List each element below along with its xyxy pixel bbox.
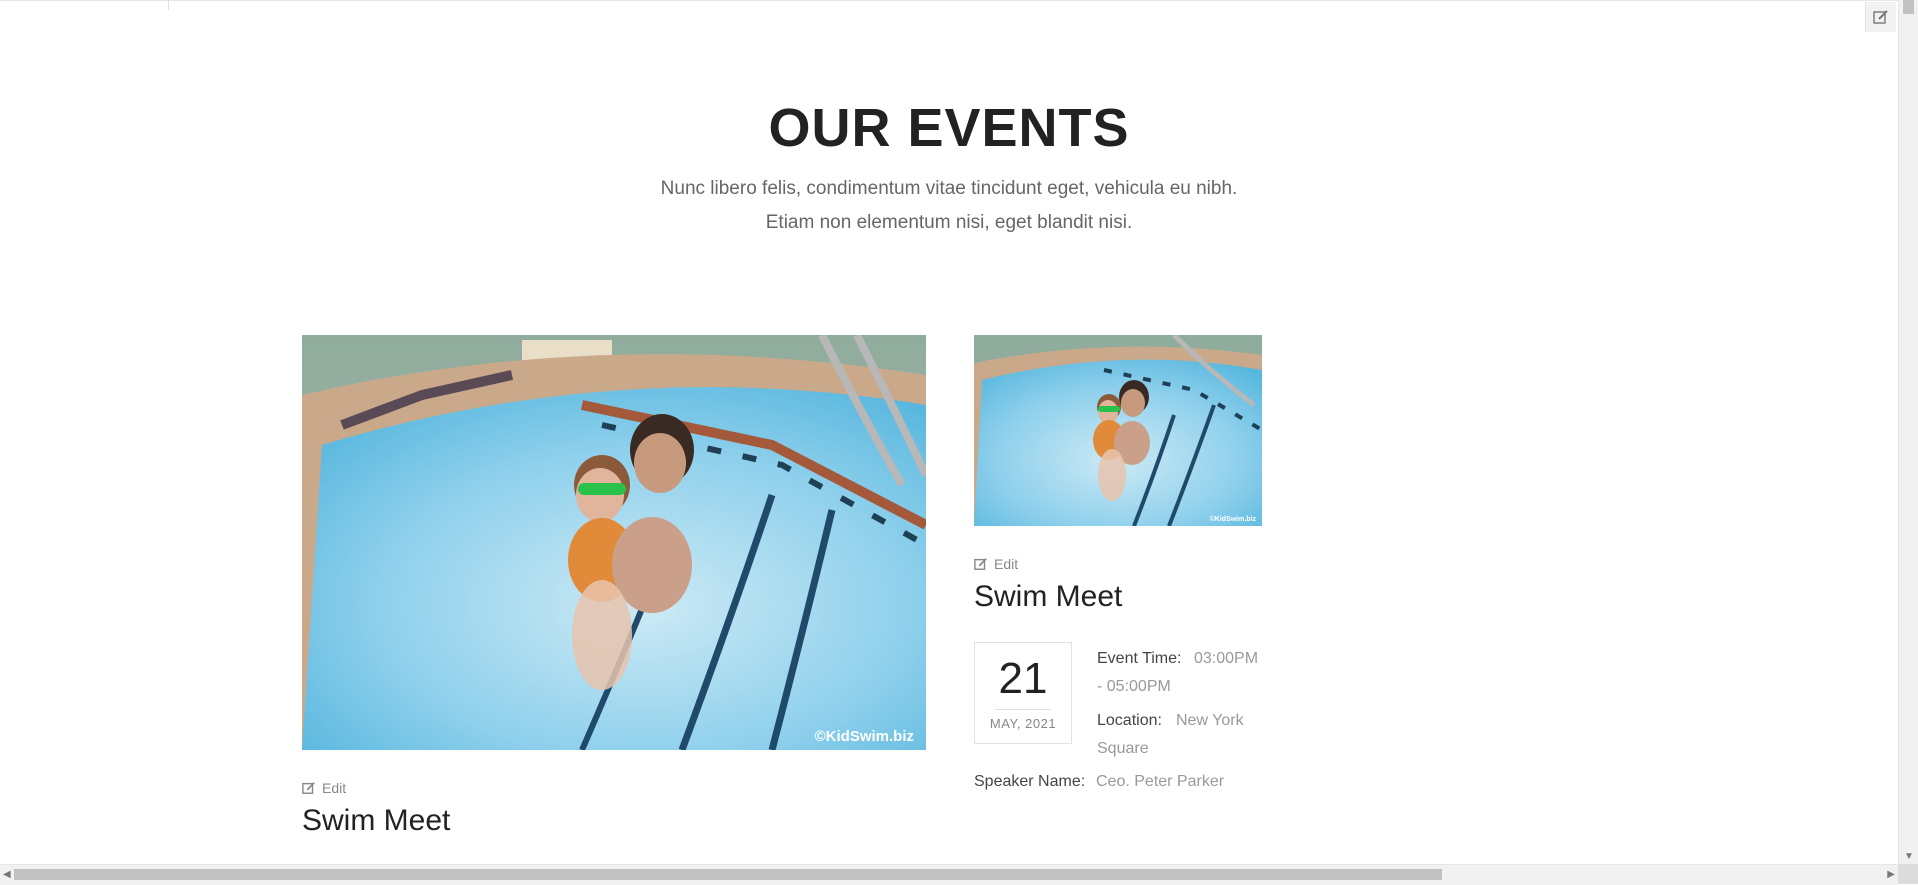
event-date-box: 21 MAY, 2021	[974, 642, 1072, 744]
location-label: Location:	[1097, 712, 1162, 729]
location-value: New York	[1176, 712, 1244, 729]
scroll-left-arrow-icon[interactable]: ◀	[3, 869, 11, 880]
event-image-1[interactable]: ©KidSwim.biz	[302, 335, 926, 750]
pool-photo: ©KidSwim.biz	[302, 335, 926, 750]
vertical-scroll-thumb[interactable]	[1903, 0, 1914, 14]
speaker-label: Speaker Name:	[974, 773, 1086, 790]
location-value-cont: Square	[1097, 740, 1149, 757]
image-watermark: ©KidSwim.biz	[815, 728, 914, 745]
horizontal-scrollbar[interactable]: ◀ ▶	[0, 864, 1898, 885]
event-time-label: Event Time:	[1097, 650, 1182, 667]
vertical-scrollbar[interactable]: ▼	[1898, 0, 1918, 864]
edit-label: Edit	[994, 556, 1019, 572]
edit-icon	[302, 782, 315, 794]
section-subtitle: Nunc libero felis, condimentum vitae tin…	[0, 172, 1898, 240]
top-border	[0, 0, 1898, 1]
section-title: OUR EVENTS	[768, 98, 1130, 158]
scroll-down-arrow-icon[interactable]: ▼	[1904, 851, 1914, 862]
subtitle-line-1: Nunc libero felis, condimentum vitae tin…	[660, 178, 1238, 199]
edit-icon	[974, 558, 987, 570]
edit-label: Edit	[322, 780, 347, 796]
event-time-value: 03:00PM	[1194, 650, 1259, 667]
scroll-right-arrow-icon[interactable]: ▶	[1887, 869, 1895, 880]
speaker-value: Ceo. Peter Parker	[1096, 773, 1225, 790]
event-image-2[interactable]: ©KidSwim.biz	[974, 335, 1262, 526]
event-2-edit-link[interactable]: Edit	[974, 556, 1018, 572]
event-1-title[interactable]: Swim Meet	[302, 804, 450, 838]
event-time-value-end: - 05:00PM	[1097, 678, 1171, 695]
event-1-edit-link[interactable]: Edit	[302, 780, 346, 796]
image-watermark: ©KidSwim.biz	[1210, 515, 1257, 523]
scrollbar-corner	[1898, 864, 1918, 884]
date-month: MAY, 2021	[989, 716, 1057, 731]
date-separator	[995, 709, 1051, 710]
page-edit-button[interactable]	[1865, 2, 1896, 32]
horizontal-scroll-thumb[interactable]	[14, 869, 1442, 880]
edit-icon	[1873, 10, 1888, 24]
top-divider-mark	[168, 0, 169, 10]
event-2-title[interactable]: Swim Meet	[974, 580, 1122, 614]
subtitle-line-2: Etiam non elementum nisi, eget blandit n…	[765, 212, 1133, 233]
date-day: 21	[998, 654, 1048, 703]
pool-photo: ©KidSwim.biz	[974, 335, 1262, 526]
